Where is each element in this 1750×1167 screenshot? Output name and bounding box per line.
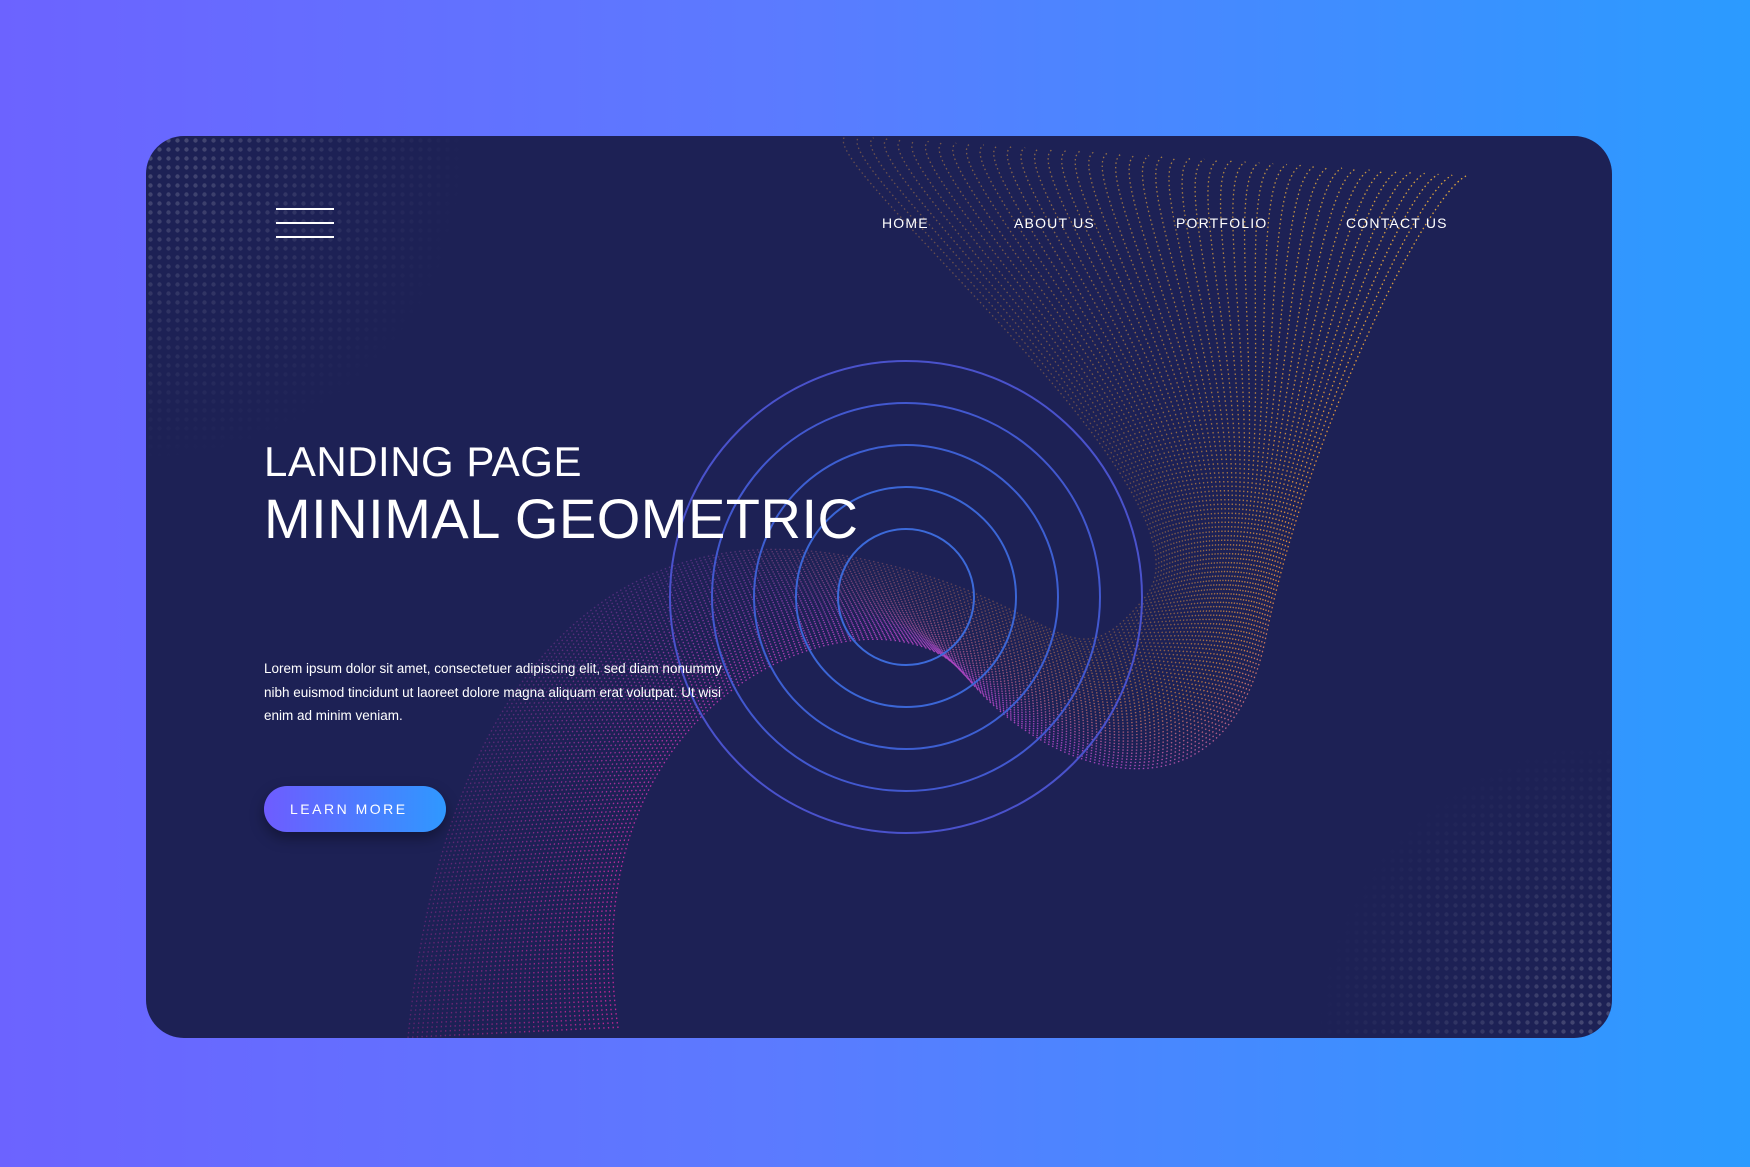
learn-more-button[interactable]: LEARN MORE <box>264 786 446 832</box>
nav-item-about-us[interactable]: ABOUT US <box>1014 215 1095 231</box>
hero-description: Lorem ipsum dolor sit amet, consectetuer… <box>264 661 722 723</box>
nav-item-portfolio[interactable]: PORTFOLIO <box>1176 215 1267 231</box>
nav-item-home[interactable]: HOME <box>882 215 929 231</box>
menu-bar <box>276 236 334 238</box>
nav-item-contact-us[interactable]: CONTACT US <box>1346 215 1448 231</box>
geometric-background-art <box>146 136 1612 1038</box>
halftone-corner-bottom-right <box>146 136 1612 1038</box>
top-navigation: HOME ABOUT US PORTFOLIO CONTACT US <box>146 215 1612 235</box>
hero-title-line-1: LANDING PAGE <box>264 438 582 485</box>
menu-bar <box>276 208 334 210</box>
hero-title-line-2: MINIMAL GEOMETRIC <box>264 487 859 550</box>
landing-card: HOME ABOUT US PORTFOLIO CONTACT US LANDI… <box>146 136 1612 1038</box>
